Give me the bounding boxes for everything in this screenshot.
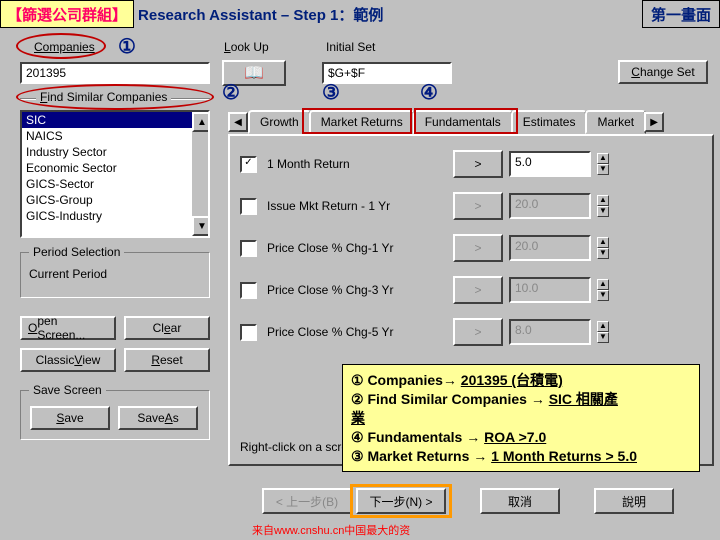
annotation-rect-next xyxy=(350,484,452,518)
criteria-operator: > xyxy=(453,234,503,262)
spin-down-icon: ▼ xyxy=(597,290,609,301)
annotation-num-2: ② xyxy=(222,80,240,105)
header-bracket: 【篩選公司群組】 xyxy=(0,0,134,28)
save-button[interactable]: Save xyxy=(30,406,110,430)
criteria-label: Price Close % Chg-3 Yr xyxy=(267,283,447,297)
criteria-label: 1 Month Return xyxy=(267,157,447,171)
scroll-up-icon[interactable]: ▲ xyxy=(192,112,210,132)
spin-up-icon: ▲ xyxy=(597,237,609,248)
criteria-row: Price Close % Chg-3 Yr >10.0 ▲▼ xyxy=(240,276,702,304)
annotation-rect-fundamentals xyxy=(414,108,518,134)
help-button[interactable]: 說明 xyxy=(594,488,674,514)
criteria-row: ✓ 1 Month Return >5.0 ▲▼ xyxy=(240,150,702,178)
clear-button[interactable]: Clear xyxy=(124,316,210,340)
list-item[interactable]: GICS-Industry xyxy=(22,208,208,224)
list-item[interactable]: GICS-Sector xyxy=(22,176,208,192)
annotation-num-3: ③ xyxy=(322,80,340,105)
page-title: Research Assistant – Step 1：範例 xyxy=(134,0,642,28)
cancel-button[interactable]: 取消 xyxy=(480,488,560,514)
list-item[interactable]: Economic Sector xyxy=(22,160,208,176)
list-item[interactable]: SIC xyxy=(22,112,208,128)
spin-down-icon: ▼ xyxy=(597,206,609,217)
criteria-value: 20.0 xyxy=(509,235,591,261)
back-button: < 上一步(B) xyxy=(262,488,352,514)
spin-up-icon: ▲ xyxy=(597,195,609,206)
spin-up-icon: ▲ xyxy=(597,279,609,290)
open-screen-button[interactable]: Open Screen... xyxy=(20,316,116,340)
criteria-checkbox[interactable] xyxy=(240,240,257,257)
criteria-label: Price Close % Chg-5 Yr xyxy=(267,325,447,339)
criteria-row: Price Close % Chg-5 Yr >8.0 ▲▼ xyxy=(240,318,702,346)
criteria-operator: > xyxy=(453,318,503,346)
company-input[interactable]: 201395 xyxy=(20,62,210,84)
criteria-value: 8.0 xyxy=(509,319,591,345)
criteria-operator: > xyxy=(453,276,503,304)
reset-button[interactable]: Reset xyxy=(124,348,210,372)
annotation-oval-1 xyxy=(16,33,106,59)
criteria-row: Issue Mkt Return - 1 Yr >20.0 ▲▼ xyxy=(240,192,702,220)
classic-view-button[interactable]: Classic View xyxy=(20,348,116,372)
lookup-label: Look Up xyxy=(224,40,269,54)
save-screen-label: Save Screen xyxy=(29,383,106,397)
list-item[interactable]: GICS-Group xyxy=(22,192,208,208)
period-selection-group: Period Selection Current Period xyxy=(20,252,210,298)
book-icon: 📖 xyxy=(244,63,264,83)
header-right: 第一畫面 xyxy=(642,0,720,28)
criteria-operator[interactable]: > xyxy=(453,150,503,178)
tabs-scroll-right-icon[interactable]: ▶ xyxy=(644,112,664,132)
tab-estimates[interactable]: Estimates xyxy=(511,110,588,134)
spin-up-icon: ▲ xyxy=(597,321,609,332)
initial-set-label: Initial Set xyxy=(326,40,375,54)
annotation-rect-market-returns xyxy=(302,108,412,134)
footer-source: 来自www.cnshu.cn中国最大的资 xyxy=(252,522,410,538)
change-set-button[interactable]: Change Set xyxy=(618,60,708,84)
similar-listbox[interactable]: SIC NAICS Industry Sector Economic Secto… xyxy=(20,110,210,238)
list-item[interactable]: Industry Sector xyxy=(22,144,208,160)
criteria-value[interactable]: 5.0 xyxy=(509,151,591,177)
tabs-scroll-left-icon[interactable]: ◀ xyxy=(228,112,248,132)
criteria-label: Issue Mkt Return - 1 Yr xyxy=(267,199,447,213)
spin-down-icon[interactable]: ▼ xyxy=(597,164,609,175)
spin-down-icon: ▼ xyxy=(597,248,609,259)
spin-down-icon: ▼ xyxy=(597,332,609,343)
list-item[interactable]: NAICS xyxy=(22,128,208,144)
criteria-checkbox[interactable]: ✓ xyxy=(240,156,257,173)
scroll-down-icon[interactable]: ▼ xyxy=(192,216,210,236)
criteria-label: Price Close % Chg-1 Yr xyxy=(267,241,447,255)
criteria-checkbox[interactable] xyxy=(240,282,257,299)
criteria-row: Price Close % Chg-1 Yr >20.0 ▲▼ xyxy=(240,234,702,262)
spin-up-icon[interactable]: ▲ xyxy=(597,153,609,164)
criteria-checkbox[interactable] xyxy=(240,198,257,215)
criteria-operator: > xyxy=(453,192,503,220)
criteria-checkbox[interactable] xyxy=(240,324,257,341)
criteria-value: 20.0 xyxy=(509,193,591,219)
period-selection-label: Period Selection xyxy=(29,245,124,259)
save-as-button[interactable]: Save As xyxy=(118,406,198,430)
annotation-oval-2 xyxy=(16,84,214,110)
annotation-box: ① Companies→ 201395 (台積電) ② Find Similar… xyxy=(342,364,700,472)
tab-market-more[interactable]: Market xyxy=(585,110,646,134)
criteria-value: 10.0 xyxy=(509,277,591,303)
annotation-num-1: ① xyxy=(118,34,136,59)
annotation-num-4: ④ xyxy=(420,80,438,105)
